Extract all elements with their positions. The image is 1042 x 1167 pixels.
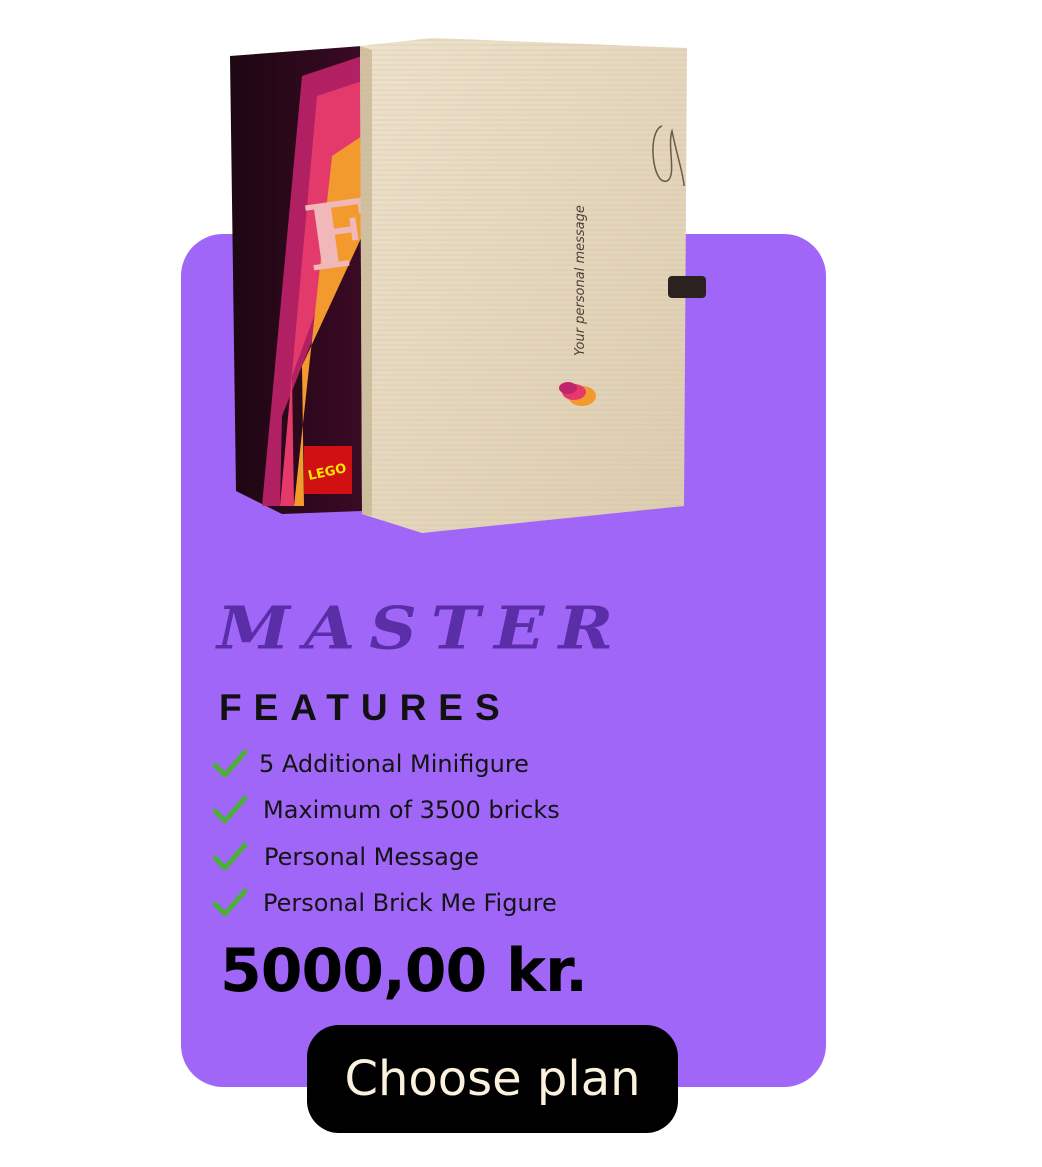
feature-label: Personal Brick Me Figure bbox=[263, 889, 557, 917]
feature-label: Maximum of 3500 bricks bbox=[263, 796, 560, 824]
features-heading: FEATURES bbox=[219, 687, 512, 728]
checkmark-icon bbox=[213, 888, 247, 917]
plan-title: MASTER bbox=[217, 592, 628, 663]
plan-price: 5000,00 kr. bbox=[220, 936, 588, 1006]
feature-item: 5 Additional Minifigure bbox=[213, 746, 529, 782]
feature-item: Personal Message bbox=[213, 839, 479, 875]
checkmark-icon bbox=[213, 749, 247, 778]
feature-item: Personal Brick Me Figure bbox=[213, 885, 557, 921]
choose-plan-button[interactable]: Choose plan bbox=[307, 1025, 678, 1133]
product-box-image: FG LEGO Your personal message bbox=[222, 36, 712, 536]
checkmark-icon bbox=[213, 795, 247, 824]
checkmark-icon bbox=[213, 842, 247, 871]
feature-label: Personal Message bbox=[264, 843, 479, 871]
svg-text:Your personal message: Your personal message bbox=[573, 205, 588, 356]
feature-item: Maximum of 3500 bricks bbox=[213, 792, 560, 828]
lego-logo-icon: LEGO bbox=[304, 446, 352, 494]
feature-label: 5 Additional Minifigure bbox=[259, 750, 529, 778]
